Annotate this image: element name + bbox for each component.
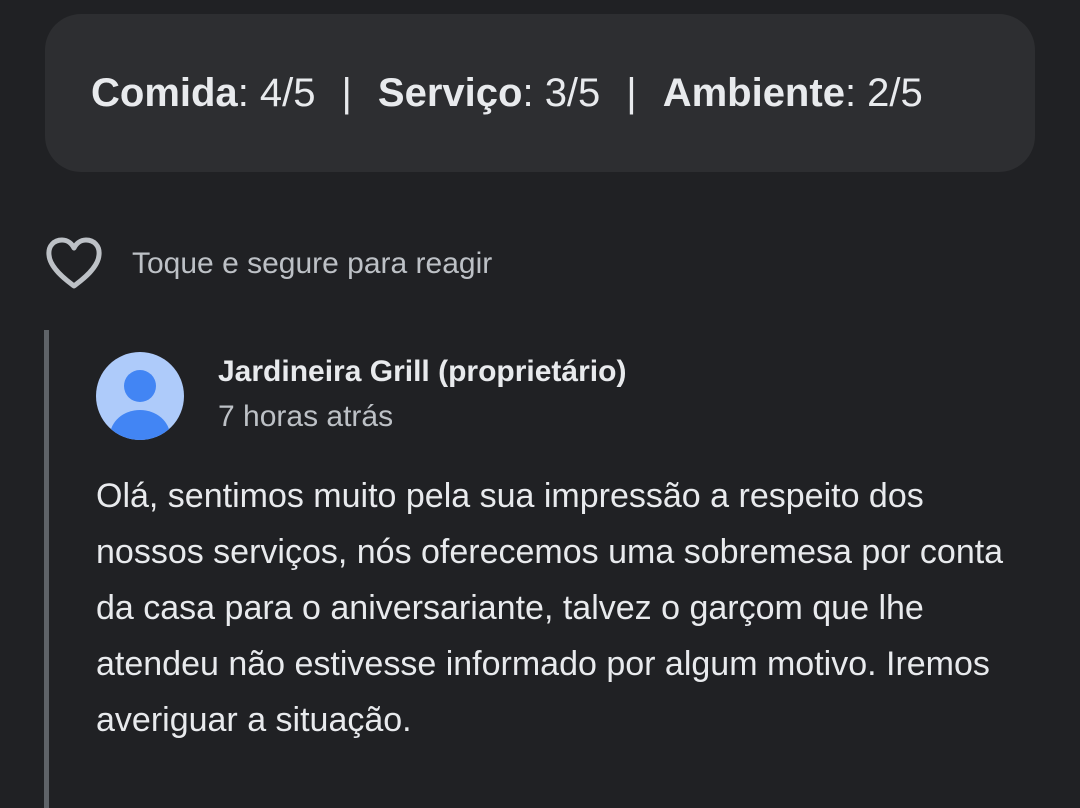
ratings-summary: Comida: 4/5 | Serviço: 3/5 | Ambiente: 2… xyxy=(45,14,1035,172)
ambience-rating-value: 2/5 xyxy=(867,70,923,115)
service-rating-value: 3/5 xyxy=(544,70,601,115)
food-rating-value: 4/5 xyxy=(259,70,316,115)
reply-timestamp: 7 horas atrás xyxy=(218,400,394,433)
heart-outline-icon[interactable] xyxy=(44,236,104,292)
review-page: Comida: 4/5 | Serviço: 3/5 | Ambiente: 2… xyxy=(0,0,1080,808)
rating-separator: | xyxy=(341,70,352,115)
service-rating-label: Serviço xyxy=(377,70,523,115)
rating-separator: | xyxy=(626,70,637,115)
food-rating-label: Comida xyxy=(91,70,238,115)
ambience-rating: Ambiente: 2/5 xyxy=(662,70,923,115)
reply-indent-bar xyxy=(44,330,49,808)
ambience-rating-label: Ambiente xyxy=(662,70,845,115)
food-rating: Comida: 4/5 xyxy=(91,70,316,115)
owner-reply-text: Olá, sentimos muito pela sua impressão a… xyxy=(96,477,1004,739)
owner-name: Jardineira Grill (proprietário) xyxy=(218,355,627,388)
react-row[interactable]: Toque e segure para reagir xyxy=(44,236,492,292)
person-avatar-icon xyxy=(96,352,184,440)
react-hint: Toque e segure para reagir xyxy=(132,247,493,280)
service-rating: Serviço: 3/5 xyxy=(377,70,601,115)
